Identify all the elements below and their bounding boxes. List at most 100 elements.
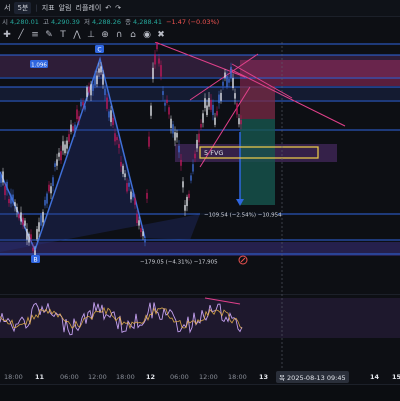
text-icon[interactable]: T	[56, 30, 70, 40]
short-stop-zone	[240, 86, 275, 119]
candle-body	[108, 111, 110, 118]
candle-body	[148, 136, 150, 147]
candle-body	[194, 153, 196, 159]
candle-body	[198, 133, 200, 143]
magnet-icon[interactable]: ∩	[112, 30, 126, 40]
trash-icon[interactable]: ✖	[154, 30, 168, 40]
candle-body	[144, 238, 146, 243]
redo-icon[interactable]: ↷	[115, 4, 121, 12]
candle-body	[206, 105, 208, 116]
candle-body	[102, 74, 104, 85]
candle-body	[170, 118, 172, 128]
candle-body	[112, 117, 114, 125]
candle-body	[80, 101, 82, 107]
candle-body	[20, 212, 22, 222]
candle-body	[46, 193, 48, 204]
candle-body	[216, 111, 218, 116]
candle-body	[124, 173, 126, 178]
candle-body	[232, 78, 234, 89]
candle-body	[240, 120, 242, 125]
candle-body	[32, 247, 34, 251]
zoom-icon[interactable]: ⊕	[98, 30, 112, 40]
candle-body	[162, 91, 164, 95]
candle-body	[6, 181, 8, 190]
candle-body	[122, 165, 124, 174]
candle-body	[92, 84, 94, 91]
candle-body	[74, 124, 76, 133]
candle-body	[208, 97, 210, 107]
candle-body	[12, 194, 14, 203]
candle-body	[220, 92, 222, 101]
candle-body	[184, 205, 186, 211]
candle-body	[36, 229, 38, 240]
trend-line-icon[interactable]: ╱	[14, 30, 28, 40]
pane-divider	[0, 294, 400, 295]
symbol-button[interactable]: 서	[4, 3, 10, 13]
toolbar-divider: |	[35, 4, 38, 12]
indicators-button[interactable]: 지표	[42, 3, 55, 13]
candle-body	[18, 214, 20, 219]
candle-body	[190, 175, 192, 181]
ohlc-open: 4,280.01	[9, 18, 39, 26]
candle-body	[28, 233, 30, 243]
candle-body	[188, 193, 190, 198]
ohlc-change: −1.47 (−0.03%)	[166, 18, 220, 26]
candle-body	[66, 140, 68, 149]
candle-body	[150, 105, 152, 116]
candle-body	[172, 124, 174, 134]
label-b: B	[33, 257, 37, 264]
lock-icon[interactable]: ⌂	[126, 30, 140, 40]
candle-body	[224, 72, 226, 78]
candle-body	[118, 144, 120, 148]
candle-body	[78, 116, 80, 121]
candle-body	[40, 215, 42, 226]
candle-body	[110, 110, 112, 123]
measure-up-label: −109.54 (−2.54%) −10,954	[204, 213, 282, 219]
candle-body	[164, 102, 166, 106]
candle-body	[126, 183, 128, 192]
candle-body	[16, 207, 18, 213]
candle-body	[22, 217, 24, 226]
candle-body	[56, 159, 58, 166]
interval-button[interactable]: 5분	[14, 2, 32, 14]
x-tick: 12	[146, 373, 156, 381]
alerts-button[interactable]: 알림	[59, 3, 72, 13]
candle-body	[214, 117, 216, 125]
candle-body	[90, 84, 92, 96]
candle-body	[114, 133, 116, 142]
candle-body	[236, 103, 238, 115]
x-tick: 12:00	[199, 373, 218, 381]
candle-body	[30, 234, 32, 240]
eye-icon[interactable]: ◉	[140, 30, 154, 40]
candle-body	[38, 222, 40, 232]
candle-body	[174, 132, 176, 141]
candle-body	[160, 65, 162, 77]
price-chart[interactable]: 5 FVG C B 1.096 −109.54 (−2.54%) −10,954…	[0, 42, 400, 368]
candle-body	[94, 74, 96, 86]
candle-body	[218, 94, 220, 104]
pen-icon[interactable]: ✎	[42, 30, 56, 40]
candle-body	[154, 54, 156, 65]
candle-body	[44, 199, 46, 206]
candle-body	[204, 98, 206, 108]
pattern-icon[interactable]: ⋀	[70, 30, 84, 40]
candle-body	[166, 99, 168, 103]
candle-body	[62, 141, 64, 151]
x-tick: 14	[370, 373, 380, 381]
ohlc-readout: 시 4,280.01 고 4,290.39 저 4,288.26 종 4,288.41 …	[2, 18, 220, 26]
ohlc-low: 4,288.26	[92, 18, 121, 26]
ohlc-close: 4,288.41	[133, 18, 162, 26]
candle-body	[158, 58, 160, 64]
candle-body	[98, 68, 100, 73]
candle-body	[228, 79, 230, 83]
ruler-icon[interactable]: ⊥	[84, 30, 98, 40]
time-axis: 18:00 11 06:00 12:00 18:00 12 06:00 12:0…	[0, 368, 400, 384]
candle-body	[26, 228, 28, 240]
crosshair-icon[interactable]: ✚	[0, 30, 14, 40]
fib-icon[interactable]: ≡	[28, 30, 42, 40]
crosshair-time-label: 목 2025-08-13 09:45	[276, 371, 349, 383]
undo-icon[interactable]: ↶	[105, 4, 111, 12]
candle-body	[142, 231, 144, 237]
replay-button[interactable]: 리플레이	[76, 3, 102, 13]
measure-down-label: −179.05 (−4.31%) −17,905	[140, 260, 218, 266]
